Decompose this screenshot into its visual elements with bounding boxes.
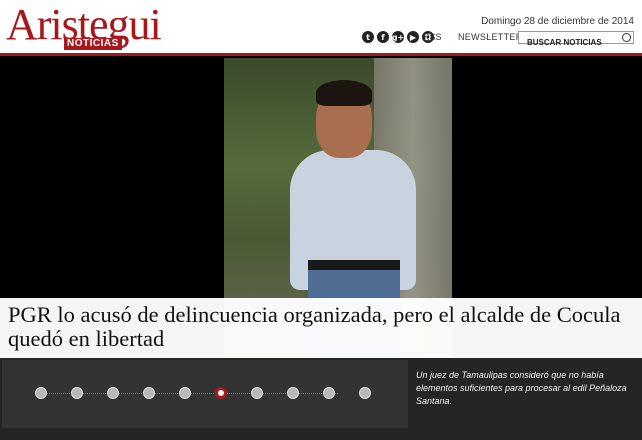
photo-person-belt: [308, 260, 400, 270]
site-logo-subtitle: NOTICIAS: [64, 38, 122, 50]
photo-person-hair: [316, 80, 372, 106]
search-box: [518, 31, 634, 48]
newsletter-link[interactable]: NEWSLETTER: [458, 32, 523, 42]
header-divider: [0, 53, 642, 56]
slider-dot-5[interactable]: [179, 387, 191, 399]
search-input[interactable]: [519, 37, 627, 48]
slider-dot-3[interactable]: [107, 387, 119, 399]
site-header: Aristegui NOTICIAS Domingo 28 de diciemb…: [0, 0, 642, 55]
slider-dot-6[interactable]: [215, 387, 227, 399]
facebook-icon[interactable]: f: [377, 31, 389, 43]
search-icon[interactable]: [622, 33, 631, 42]
slider-dot-1[interactable]: [35, 387, 47, 399]
slider-dot-7[interactable]: [251, 387, 263, 399]
slider-dot-4[interactable]: [143, 387, 155, 399]
slider-dot-9[interactable]: [323, 387, 335, 399]
twitter-icon[interactable]: t: [362, 31, 374, 43]
youtube-icon[interactable]: ▶: [407, 31, 419, 43]
slider-nav-panel: [2, 360, 408, 428]
headline-link[interactable]: PGR lo acusó de delincuencia organizada,…: [8, 303, 638, 351]
slider-dot-8[interactable]: [287, 387, 299, 399]
slider-dot-10[interactable]: [359, 387, 371, 399]
slider-dot-2[interactable]: [71, 387, 83, 399]
slide-caption: Un juez de Tamaulipas consideró que no h…: [416, 370, 627, 406]
googleplus-icon[interactable]: g+: [392, 31, 404, 43]
current-date: Domingo 28 de diciembre de 2014: [481, 16, 634, 27]
headline-bar: PGR lo acusó de delincuencia organizada,…: [0, 298, 642, 358]
rss-link[interactable]: RSS: [423, 32, 442, 42]
